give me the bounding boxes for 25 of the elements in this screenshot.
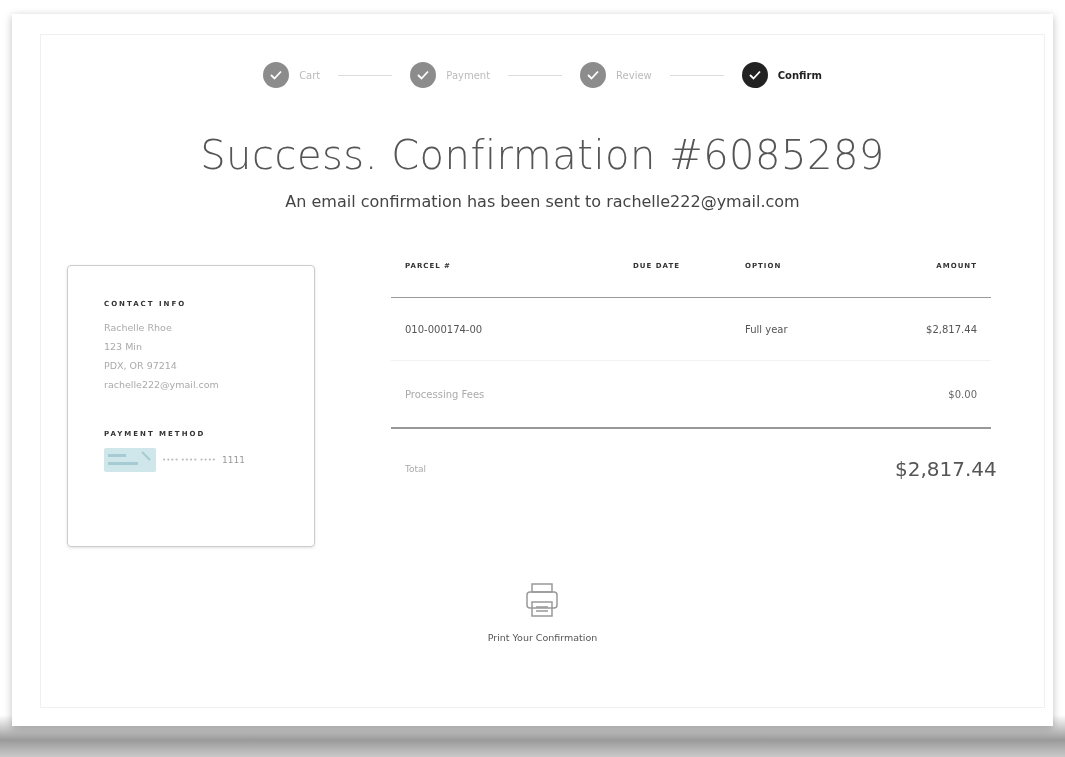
table-cell-text: Processing Fees — [405, 388, 486, 400]
print-button[interactable]: Print Your Confirmation — [481, 581, 604, 644]
contact-line: rachelle222@ymail.com — [104, 378, 220, 392]
printer-icon — [525, 582, 560, 618]
check-icon — [748, 70, 761, 80]
contact-line: PDX, OR 97214 — [104, 359, 178, 373]
confirmation-title: Success. Confirmation #6085289 — [200, 132, 885, 178]
check-icon — [417, 70, 430, 80]
card-last-digits: 1111 — [222, 455, 245, 465]
step-label: Payment — [446, 69, 491, 81]
step-label: Cart — [299, 69, 321, 81]
table-cell-text: $2,817.44 — [925, 323, 977, 335]
bank-card-icon — [104, 448, 156, 472]
contact-line: 123 Min — [104, 340, 143, 354]
table-cell: $2,817.44 — [895, 457, 997, 481]
contact-line: Rachelle Rhoe — [104, 321, 173, 335]
table-cell-text: $0.00 — [947, 388, 977, 400]
check-icon — [587, 70, 600, 80]
check-icon — [270, 70, 283, 80]
table-cell-text: Total — [405, 464, 428, 474]
table-cell-text: 010-000174-00 — [405, 323, 484, 335]
table-cell-text: Full year — [745, 323, 789, 335]
step-label: Review — [616, 69, 652, 81]
step-label: Confirm — [777, 69, 822, 81]
email-notice: An email confirmation has been sent to rachelle222@ymail.com — [285, 192, 800, 211]
